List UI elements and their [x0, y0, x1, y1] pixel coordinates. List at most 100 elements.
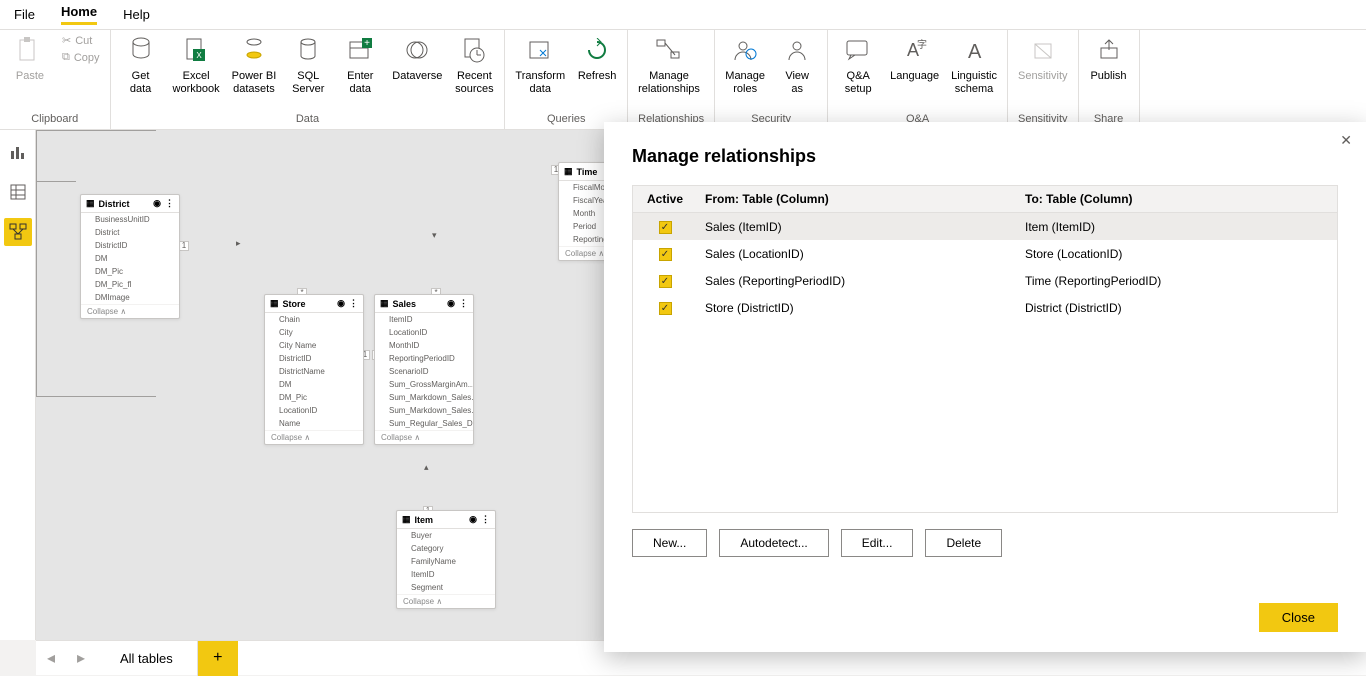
- field-row[interactable]: MonthID: [375, 339, 473, 352]
- field-row[interactable]: DistrictID: [81, 239, 179, 252]
- manage-roles-button[interactable]: Manage roles: [725, 34, 765, 96]
- field-row[interactable]: DistrictName: [265, 365, 363, 378]
- table-sales[interactable]: ▦Sales◉⋮ ItemIDLocationIDMonthIDReportin…: [374, 294, 474, 445]
- col-active: Active: [633, 186, 697, 212]
- field-row[interactable]: ScenarioID: [375, 365, 473, 378]
- table-item[interactable]: ▦Item◉⋮ BuyerCategoryFamilyNameItemIDSeg…: [396, 510, 496, 609]
- dataverse-button[interactable]: Dataverse: [392, 34, 442, 83]
- sql-button[interactable]: SQL Server: [288, 34, 328, 96]
- field-row[interactable]: Sum_Markdown_Sales...: [375, 391, 473, 404]
- more-icon[interactable]: ⋮: [459, 298, 468, 309]
- relationship-row[interactable]: ✓Sales (LocationID)Store (LocationID): [633, 240, 1337, 267]
- sensitivity-button[interactable]: Sensitivity: [1018, 34, 1068, 83]
- pbi-datasets-button[interactable]: Power BI datasets: [232, 34, 277, 96]
- field-row[interactable]: DMImage: [81, 291, 179, 304]
- field-row[interactable]: FamilyName: [397, 555, 495, 568]
- model-view-button[interactable]: [4, 218, 32, 246]
- connector: [36, 396, 156, 397]
- manage-relationships-dialog: ✕ Manage relationships Active From: Tabl…: [604, 122, 1366, 652]
- field-row[interactable]: ReportingPeriodID: [375, 352, 473, 365]
- field-row[interactable]: Buyer: [397, 529, 495, 542]
- report-view-button[interactable]: [4, 138, 32, 166]
- field-row[interactable]: City: [265, 326, 363, 339]
- field-row[interactable]: DM: [265, 378, 363, 391]
- publish-button[interactable]: Publish: [1089, 34, 1129, 83]
- menu-home[interactable]: Home: [61, 4, 97, 25]
- checkbox[interactable]: ✓: [659, 275, 672, 288]
- field-row[interactable]: Chain: [265, 313, 363, 326]
- field-row[interactable]: Sum_Markdown_Sales...: [375, 404, 473, 417]
- refresh-button[interactable]: Refresh: [577, 34, 617, 83]
- field-row[interactable]: Category: [397, 542, 495, 555]
- paste-button[interactable]: Paste: [10, 34, 50, 83]
- relationships-table: Active From: Table (Column) To: Table (C…: [632, 185, 1338, 513]
- transform-data-button[interactable]: Transform data: [515, 34, 565, 96]
- field-row[interactable]: BusinessUnitID: [81, 213, 179, 226]
- relationship-row[interactable]: ✓Sales (ItemID)Item (ItemID): [633, 213, 1337, 240]
- field-row[interactable]: District: [81, 226, 179, 239]
- eye-icon[interactable]: ◉: [337, 298, 345, 309]
- field-row[interactable]: Sum_Regular_Sales_D...: [375, 417, 473, 430]
- table-plus-icon: +: [344, 34, 376, 66]
- copy-button[interactable]: ⧉Copy: [62, 51, 100, 64]
- field-row[interactable]: DM_Pic: [81, 265, 179, 278]
- more-icon[interactable]: ⋮: [349, 298, 358, 309]
- checkbox[interactable]: ✓: [659, 221, 672, 234]
- tab-next[interactable]: ▸: [66, 648, 96, 668]
- field-row[interactable]: City Name: [265, 339, 363, 352]
- data-view-button[interactable]: [4, 178, 32, 206]
- enter-data-button[interactable]: +Enter data: [340, 34, 380, 96]
- tab-prev[interactable]: ◂: [36, 648, 66, 668]
- field-row[interactable]: DistrictID: [265, 352, 363, 365]
- eye-icon[interactable]: ◉: [469, 514, 477, 525]
- field-row[interactable]: Sum_GrossMarginAm...: [375, 378, 473, 391]
- table-store[interactable]: ▦Store◉⋮ ChainCityCity NameDistrictIDDis…: [264, 294, 364, 445]
- model-icon: [9, 223, 27, 241]
- field-row[interactable]: DM_Pic_fl: [81, 278, 179, 291]
- eye-icon[interactable]: ◉: [153, 198, 161, 209]
- field-row[interactable]: ItemID: [375, 313, 473, 326]
- more-icon[interactable]: ⋮: [481, 514, 490, 525]
- relationship-row[interactable]: ✓Sales (ReportingPeriodID)Time (Reportin…: [633, 267, 1337, 294]
- table-icon: ▦: [86, 198, 95, 209]
- excel-button[interactable]: XExcel workbook: [173, 34, 220, 96]
- pbi-icon: [238, 34, 270, 66]
- qa-setup-button[interactable]: Q&A setup: [838, 34, 878, 96]
- autodetect-button[interactable]: Autodetect...: [719, 529, 828, 557]
- language-button[interactable]: A字Language: [890, 34, 939, 83]
- manage-relationships-button[interactable]: Manage relationships: [638, 34, 700, 96]
- relationship-row[interactable]: ✓Store (DistrictID)District (DistrictID): [633, 294, 1337, 321]
- get-data-button[interactable]: Get data: [121, 34, 161, 96]
- scissors-icon: ✂: [62, 34, 71, 47]
- checkbox[interactable]: ✓: [659, 302, 672, 315]
- roles-icon: [729, 34, 761, 66]
- dataverse-icon: [401, 34, 433, 66]
- menu-help[interactable]: Help: [123, 7, 150, 22]
- cardinality-one: 1: [179, 241, 189, 251]
- view-as-button[interactable]: View as: [777, 34, 817, 96]
- edit-button[interactable]: Edit...: [841, 529, 914, 557]
- delete-button[interactable]: Delete: [925, 529, 1002, 557]
- field-row[interactable]: DM_Pic: [265, 391, 363, 404]
- eye-icon[interactable]: ◉: [447, 298, 455, 309]
- table-district[interactable]: ▦District◉⋮ BusinessUnitIDDistrictDistri…: [80, 194, 180, 319]
- refresh-icon: [581, 34, 613, 66]
- tab-all-tables[interactable]: All tables: [96, 641, 198, 676]
- linguistic-schema-button[interactable]: ALinguistic schema: [951, 34, 997, 96]
- cut-button[interactable]: ✂Cut: [62, 34, 100, 47]
- field-row[interactable]: ItemID: [397, 568, 495, 581]
- close-button[interactable]: Close: [1259, 603, 1338, 632]
- more-icon[interactable]: ⋮: [165, 198, 174, 209]
- new-button[interactable]: New...: [632, 529, 707, 557]
- field-row[interactable]: Name: [265, 417, 363, 430]
- menu-file[interactable]: File: [14, 7, 35, 22]
- close-icon[interactable]: ✕: [1340, 132, 1352, 149]
- field-row[interactable]: DM: [81, 252, 179, 265]
- field-row[interactable]: Segment: [397, 581, 495, 594]
- field-row[interactable]: LocationID: [375, 326, 473, 339]
- transform-icon: [524, 34, 556, 66]
- tab-add[interactable]: +: [198, 641, 238, 676]
- recent-sources-button[interactable]: Recent sources: [454, 34, 494, 96]
- checkbox[interactable]: ✓: [659, 248, 672, 261]
- field-row[interactable]: LocationID: [265, 404, 363, 417]
